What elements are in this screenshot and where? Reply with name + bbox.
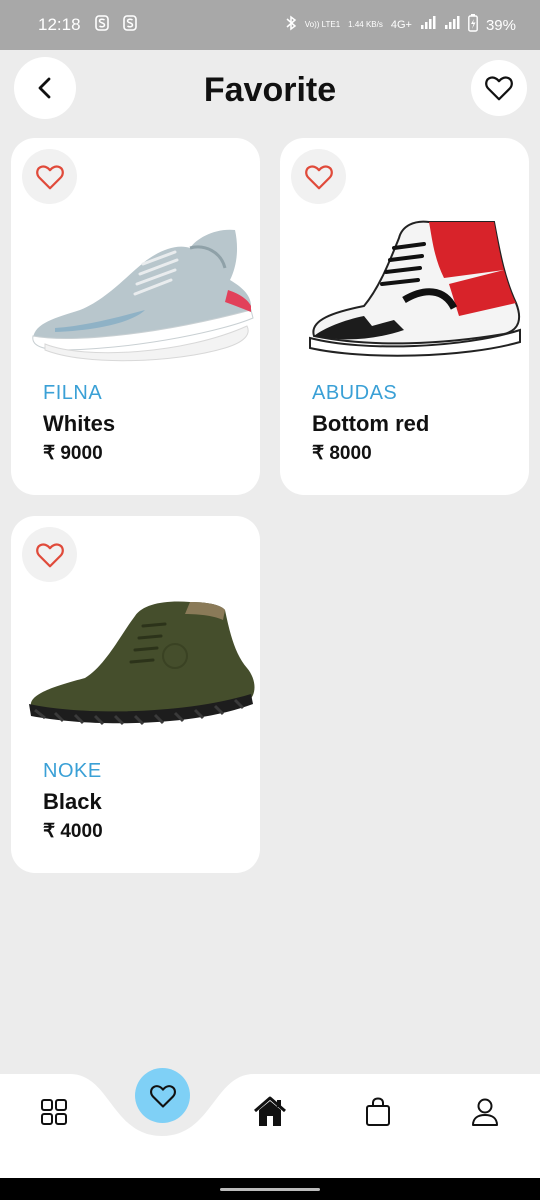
- product-brand: FILNA: [43, 382, 103, 404]
- unfavorite-button[interactable]: [291, 149, 346, 204]
- home-icon: [254, 1096, 286, 1126]
- bottom-nav: [0, 1068, 540, 1178]
- product-price: ₹ 4000: [43, 821, 103, 842]
- heart-icon: [35, 542, 64, 567]
- heart-icon: [485, 76, 513, 101]
- home-indicator[interactable]: [220, 1188, 320, 1191]
- battery-icon: [468, 14, 478, 36]
- gesture-bar: [0, 1178, 540, 1200]
- unfavorite-button[interactable]: [22, 527, 77, 582]
- product-brand: ABUDAS: [312, 382, 398, 404]
- product-price: ₹ 8000: [312, 443, 372, 464]
- status-bar: 12:18 Vo)) LTE1 1.44 KB/s 4G+ 39%: [0, 0, 540, 50]
- status-time: 12:18: [38, 15, 81, 34]
- back-button[interactable]: [14, 57, 76, 119]
- nav-home[interactable]: [250, 1092, 290, 1132]
- bluetooth-icon: [285, 15, 297, 35]
- product-image: [29, 601, 255, 726]
- product-brand: NOKE: [43, 760, 102, 782]
- notification-s-icon: [122, 14, 137, 36]
- bag-icon: [366, 1097, 390, 1126]
- heart-icon: [35, 164, 64, 189]
- grid-icon: [41, 1099, 67, 1125]
- header: Favorite: [0, 50, 540, 130]
- battery-percent: 39%: [485, 16, 516, 34]
- signal-icon: [420, 16, 436, 34]
- chevron-left-icon: [38, 77, 51, 99]
- product-card[interactable]: FILNA Whites ₹ 9000: [11, 138, 260, 495]
- product-name: Black: [43, 789, 102, 814]
- volte-indicator: Vo)) LTE1: [304, 20, 341, 29]
- product-name: Bottom red: [312, 411, 430, 436]
- nav-profile[interactable]: [465, 1092, 505, 1132]
- unfavorite-button[interactable]: [22, 149, 77, 204]
- nav-favorites[interactable]: [135, 1068, 190, 1123]
- product-card[interactable]: NOKE Black ₹ 4000: [11, 516, 260, 873]
- heart-icon: [304, 164, 333, 189]
- notification-s-icon: [94, 14, 109, 36]
- signal-icon: [444, 16, 460, 34]
- product-image: [309, 220, 521, 357]
- product-name: Whites: [43, 411, 116, 436]
- nav-cart[interactable]: [358, 1092, 398, 1132]
- product-card[interactable]: ABUDAS Bottom red ₹ 8000: [280, 138, 529, 495]
- heart-icon: [149, 1084, 176, 1108]
- favorites-button[interactable]: [471, 60, 527, 116]
- profile-icon: [472, 1098, 498, 1126]
- nav-grid[interactable]: [34, 1092, 74, 1132]
- page-title: Favorite: [203, 70, 337, 109]
- product-image: [32, 229, 254, 362]
- network-type: 4G+: [390, 19, 412, 31]
- net-speed: 1.44 KB/s: [348, 20, 383, 29]
- product-price: ₹ 9000: [43, 443, 103, 464]
